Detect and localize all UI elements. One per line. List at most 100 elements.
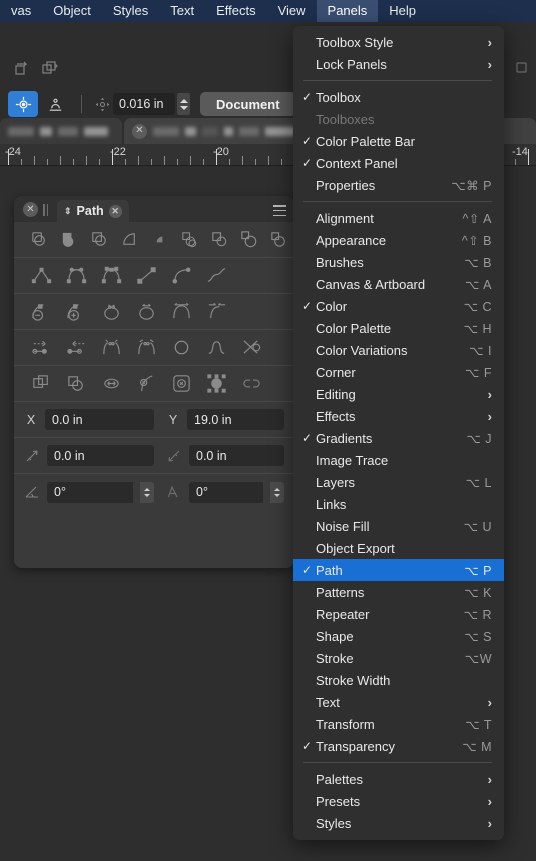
menu-item-editing[interactable]: Editing › [293, 383, 504, 405]
handle-in-input[interactable]: 0.0 in [189, 445, 284, 466]
menu-item-color-palette-bar[interactable]: ✓ Color Palette Bar [293, 130, 504, 152]
select-nodes-icon[interactable] [199, 367, 234, 401]
angle-in-input[interactable]: 0° [189, 481, 263, 503]
join-outward-icon[interactable] [129, 331, 164, 365]
compound-release-icon[interactable] [59, 367, 94, 401]
close-path-icon[interactable] [129, 295, 164, 329]
node-corner-icon[interactable] [24, 259, 59, 293]
split-path-icon[interactable] [199, 295, 234, 329]
segment-curve-icon[interactable] [164, 259, 199, 293]
boolean-divide-icon[interactable] [508, 55, 536, 83]
menu-item-toolbox[interactable]: ✓ Toolbox [293, 86, 504, 108]
menu-item-effects[interactable]: Effects › [293, 405, 504, 427]
menu-item-color-variations[interactable]: Color Variations ⌥ I [293, 339, 504, 361]
menu-item-noise-fill[interactable]: Noise Fill ⌥ U [293, 515, 504, 537]
menu-item-stroke[interactable]: Stroke ⌥W [293, 647, 504, 669]
menu-item-alignment[interactable]: Alignment ^⇧ A [293, 207, 504, 229]
move-arrows-icon[interactable] [91, 90, 113, 118]
direction-reverse-icon[interactable] [59, 331, 94, 365]
path-merge-icon[interactable] [54, 223, 84, 257]
document-tab-inactive[interactable] [0, 118, 122, 144]
y-input[interactable]: 19.0 in [187, 409, 284, 430]
angle-out-stepper[interactable] [140, 481, 154, 503]
document-button[interactable]: Document [200, 92, 296, 116]
menu-item-transform[interactable]: Transform ⌥ T [293, 713, 504, 735]
menu-item-palettes[interactable]: Palettes › [293, 768, 504, 790]
snap-target-tool[interactable] [8, 91, 38, 117]
menu-item-context-panel[interactable]: ✓ Context Panel [293, 152, 504, 174]
path-union-icon[interactable] [24, 223, 54, 257]
menu-item-shape[interactable]: Shape ⌥ S [293, 625, 504, 647]
join-inward-icon[interactable] [94, 331, 129, 365]
menubar-item-panels[interactable]: Panels [316, 0, 379, 22]
menu-item-transparency[interactable]: ✓ Transparency ⌥ M [293, 735, 504, 757]
path-trim-icon[interactable] [204, 223, 234, 257]
segment-line-icon[interactable] [129, 259, 164, 293]
path-outline-icon[interactable] [234, 223, 264, 257]
clip-path-icon[interactable] [164, 367, 199, 401]
menu-item-layers[interactable]: Layers ⌥ L [293, 471, 504, 493]
handle-out-input[interactable]: 0.0 in [47, 445, 154, 466]
segment-s-curve-icon[interactable] [199, 259, 234, 293]
menu-item-corner[interactable]: Corner ⌥ F [293, 361, 504, 383]
menubar-item-vas[interactable]: vas [0, 0, 42, 22]
menu-item-repeater[interactable]: Repeater ⌥ R [293, 603, 504, 625]
menu-item-brushes[interactable]: Brushes ⌥ B [293, 251, 504, 273]
path-subtract-icon[interactable] [84, 223, 114, 257]
menubar-item-effects[interactable]: Effects [205, 0, 267, 22]
menu-item-links[interactable]: Links [293, 493, 504, 515]
menu-item-image-trace[interactable]: Image Trace [293, 449, 504, 471]
menu-item-text[interactable]: Text › [293, 691, 504, 713]
panel-close-icon[interactable]: ✕ [23, 202, 38, 217]
menubar-item-object[interactable]: Object [42, 0, 102, 22]
menu-item-color[interactable]: ✓ Color ⌥ C [293, 295, 504, 317]
add-node-icon[interactable] [59, 295, 94, 329]
circle-path-icon[interactable] [164, 331, 199, 365]
smooth-path-icon[interactable] [199, 331, 234, 365]
break-path-icon[interactable] [164, 295, 199, 329]
tab-close-icon[interactable]: ✕ [108, 204, 122, 218]
menu-item-color-palette[interactable]: Color Palette ⌥ H [293, 317, 504, 339]
rotate-copy-icon[interactable] [8, 55, 36, 83]
menu-item-toolboxes[interactable]: Toolboxes [293, 108, 504, 130]
path-offset-icon[interactable] [129, 367, 164, 401]
menubar-item-help[interactable]: Help [378, 0, 427, 22]
node-smooth-icon[interactable] [59, 259, 94, 293]
remove-node-icon[interactable] [24, 295, 59, 329]
expand-horizontal-icon[interactable] [94, 367, 129, 401]
snap-distance-stepper[interactable] [177, 93, 190, 115]
tab-path[interactable]: ⇕ Path ✕ [57, 200, 129, 222]
menu-item-canvas-artboard[interactable]: Canvas & Artboard ⌥ A [293, 273, 504, 295]
menu-item-stroke-width[interactable]: Stroke Width [293, 669, 504, 691]
angle-in-stepper[interactable] [270, 481, 284, 503]
join-nodes-icon[interactable] [94, 295, 129, 329]
path-intersect-icon[interactable] [114, 223, 144, 257]
path-exclude-icon[interactable] [144, 223, 174, 257]
path-divide-icon[interactable] [174, 223, 204, 257]
magnet-snap-tool[interactable] [40, 91, 70, 117]
snap-distance-input[interactable]: 0.016 in [113, 93, 175, 115]
angle-out-input[interactable]: 0° [47, 481, 133, 503]
menu-item-properties[interactable]: Properties ⌥⌘ P [293, 174, 504, 196]
compound-make-icon[interactable] [24, 367, 59, 401]
close-icon[interactable]: ✕ [132, 123, 147, 139]
menu-item-presets[interactable]: Presets › [293, 790, 504, 812]
menubar-item-text[interactable]: Text [159, 0, 205, 22]
path-minus-back-icon[interactable] [264, 223, 294, 257]
delete-path-icon[interactable] [234, 331, 269, 365]
panel-grip-icon[interactable] [43, 203, 50, 216]
x-input[interactable]: 0.0 in [45, 409, 154, 430]
menu-item-styles[interactable]: Styles › [293, 812, 504, 834]
menu-item-appearance[interactable]: Appearance ^⇧ B [293, 229, 504, 251]
menu-item-patterns[interactable]: Patterns ⌥ K [293, 581, 504, 603]
menu-item-gradients[interactable]: ✓ Gradients ⌥ J [293, 427, 504, 449]
menu-item-lock-panels[interactable]: Lock Panels › [293, 53, 504, 75]
duplicate-shape-icon[interactable] [36, 55, 64, 83]
menubar-item-view[interactable]: View [267, 0, 317, 22]
menu-item-path[interactable]: ✓ Path ⌥ P [293, 559, 504, 581]
node-symmetric-icon[interactable] [94, 259, 129, 293]
menu-item-toolbox-style[interactable]: Toolbox Style › [293, 31, 504, 53]
panel-menu-icon[interactable] [273, 205, 286, 216]
menu-item-object-export[interactable]: Object Export [293, 537, 504, 559]
link-nodes-icon[interactable] [234, 367, 269, 401]
